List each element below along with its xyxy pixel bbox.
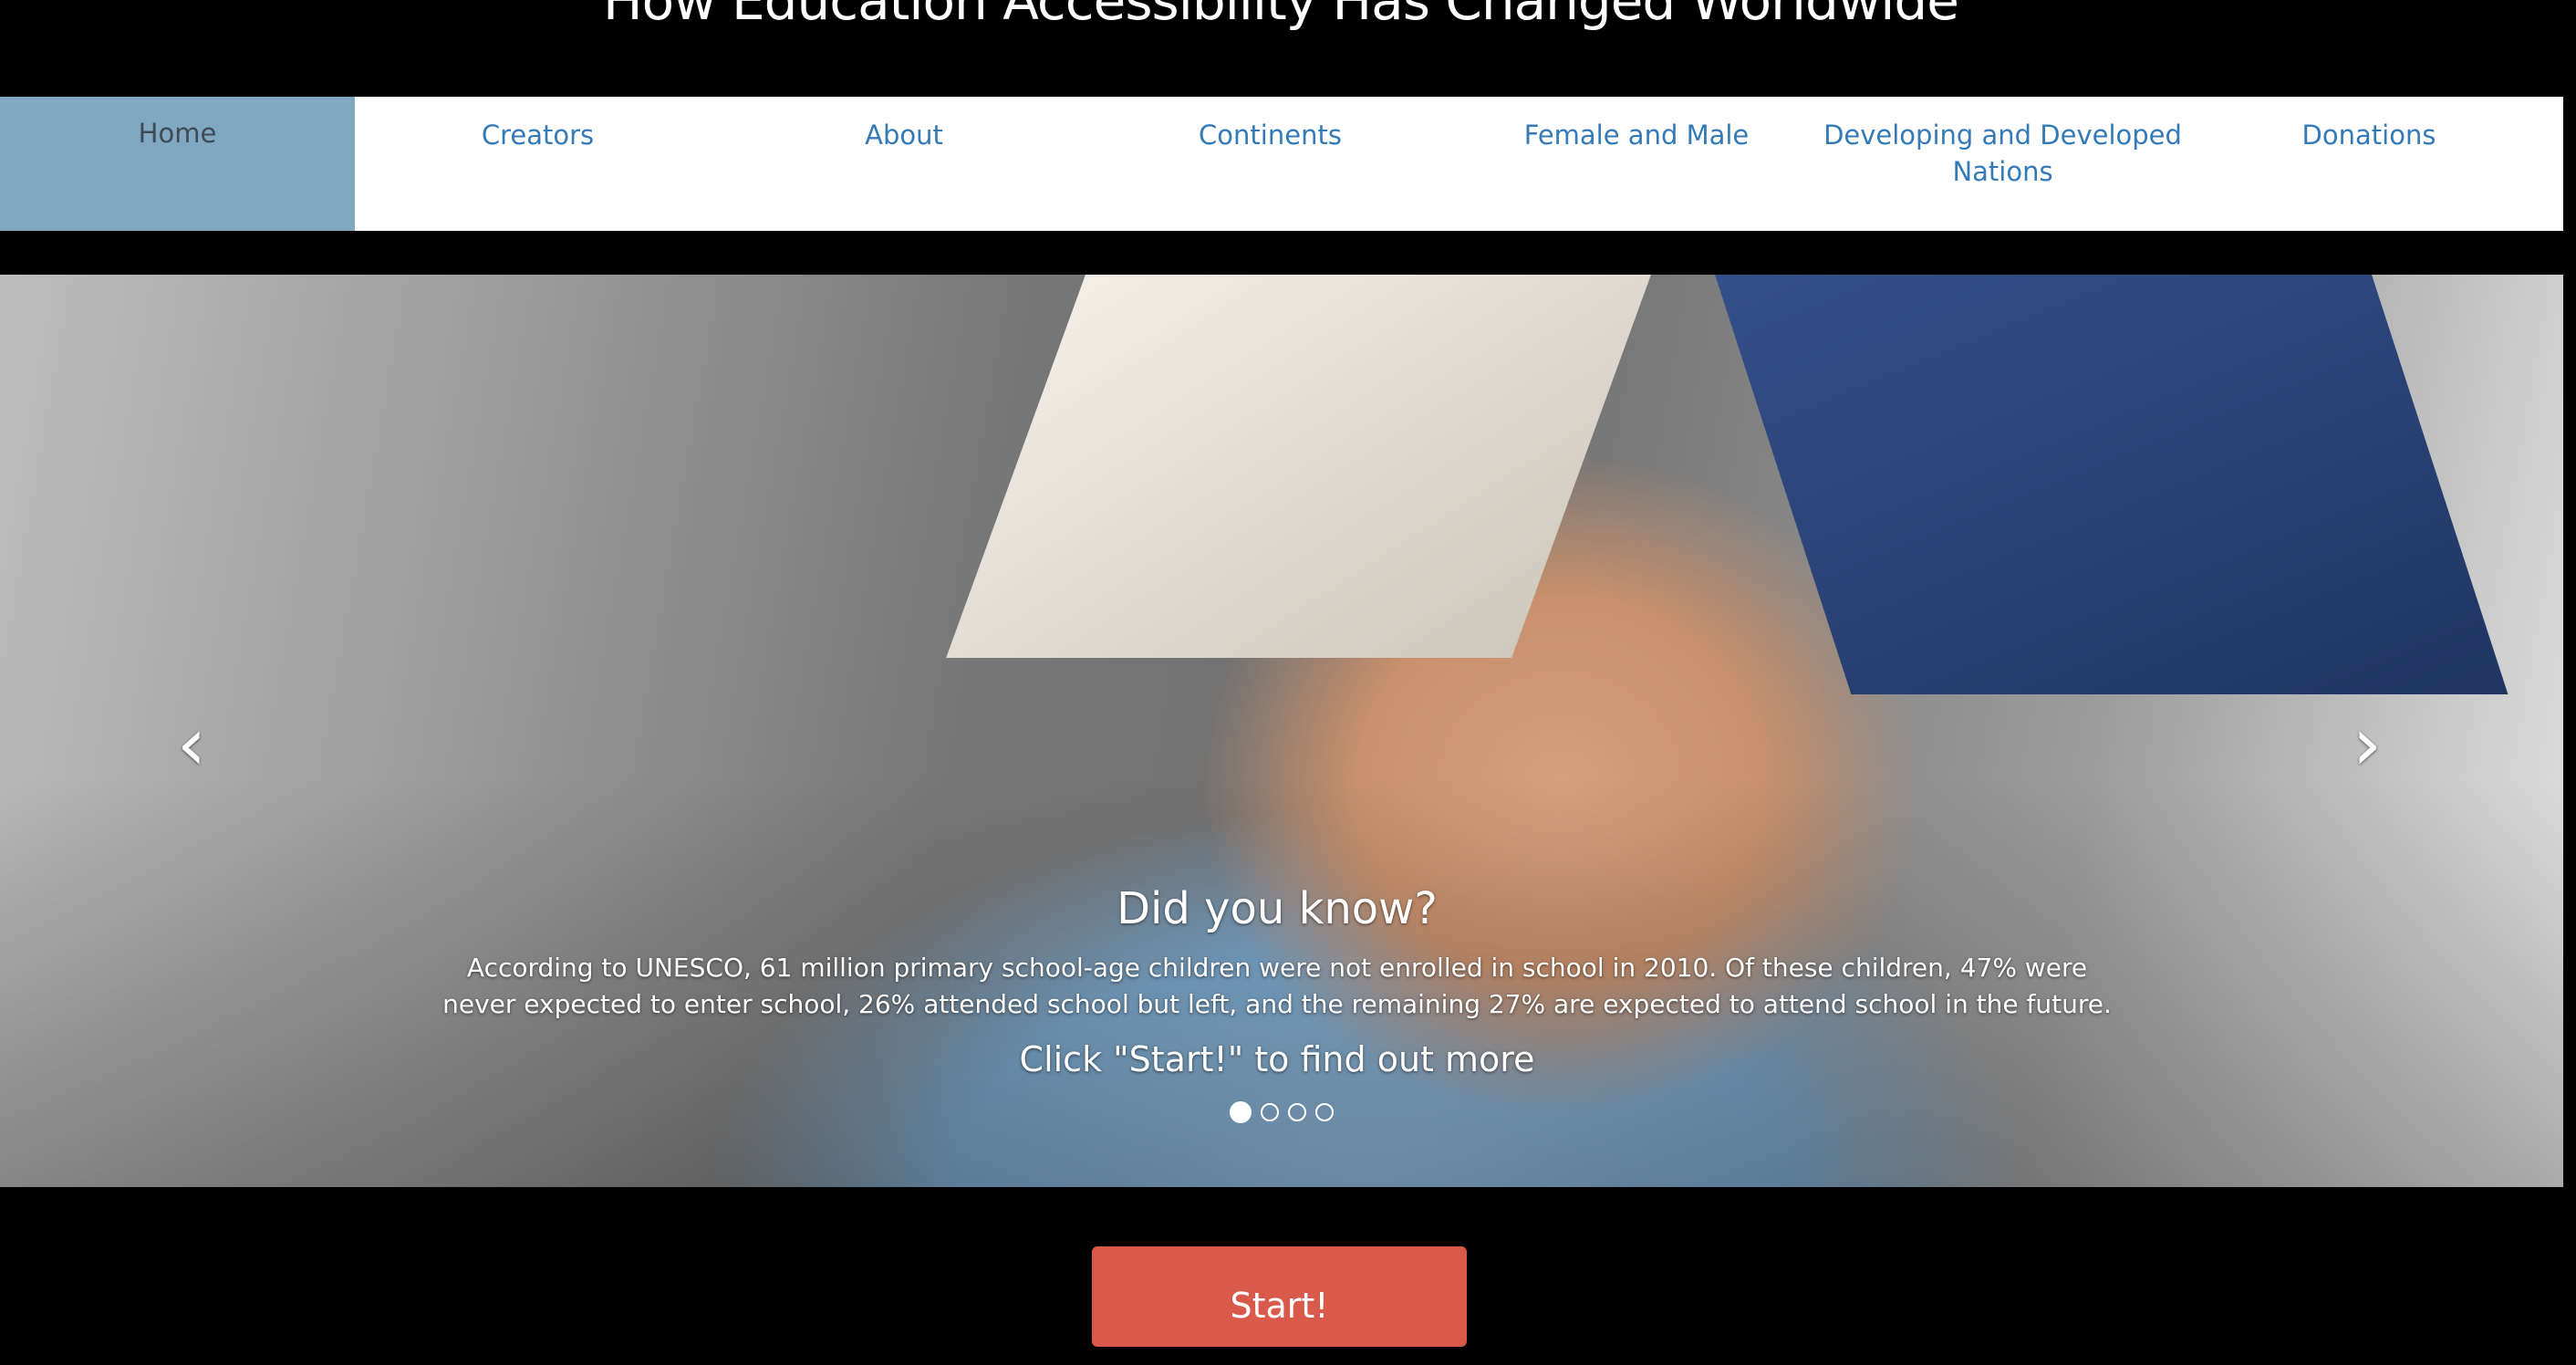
carousel-indicator-2[interactable] bbox=[1261, 1103, 1279, 1121]
carousel-prev-button[interactable]: ‹ bbox=[151, 703, 233, 786]
page-title: How Education Accessibility Has Changed … bbox=[603, 0, 1959, 32]
nav-item-female-and-male[interactable]: Female and Male bbox=[1453, 97, 1820, 231]
nav-item-creators[interactable]: Creators bbox=[355, 97, 721, 231]
chevron-right-icon: › bbox=[2353, 702, 2382, 787]
main-navbar: Home Creators About Continents Female an… bbox=[0, 97, 2563, 231]
carousel-indicators bbox=[0, 1101, 2563, 1123]
nav-item-continents[interactable]: Continents bbox=[1087, 97, 1453, 231]
start-button[interactable]: Start! bbox=[1092, 1246, 1467, 1347]
caption-body: According to UNESCO, 61 million primary … bbox=[442, 953, 2112, 1019]
chevron-left-icon: ‹ bbox=[177, 702, 206, 787]
nav-item-donations[interactable]: Donations bbox=[2186, 97, 2552, 231]
nav-item-home[interactable]: Home bbox=[0, 97, 355, 231]
carousel-caption: Did you know? According to UNESCO, 61 mi… bbox=[438, 877, 2116, 1083]
carousel-indicator-4[interactable] bbox=[1315, 1103, 1334, 1121]
hero-carousel: ‹ › Did you know? According to UNESCO, 6… bbox=[0, 275, 2563, 1187]
caption-cta: Click "Start!" to find out more bbox=[1019, 1039, 1535, 1079]
carousel-next-button[interactable]: › bbox=[2326, 703, 2408, 786]
carousel-indicator-3[interactable] bbox=[1288, 1103, 1306, 1121]
nav-item-about[interactable]: About bbox=[721, 97, 1087, 231]
nav-item-developing-and-developed-nations[interactable]: Developing and Developed Nations bbox=[1820, 97, 2186, 231]
carousel-indicator-1[interactable] bbox=[1230, 1101, 1252, 1123]
caption-heading: Did you know? bbox=[1117, 883, 1438, 934]
